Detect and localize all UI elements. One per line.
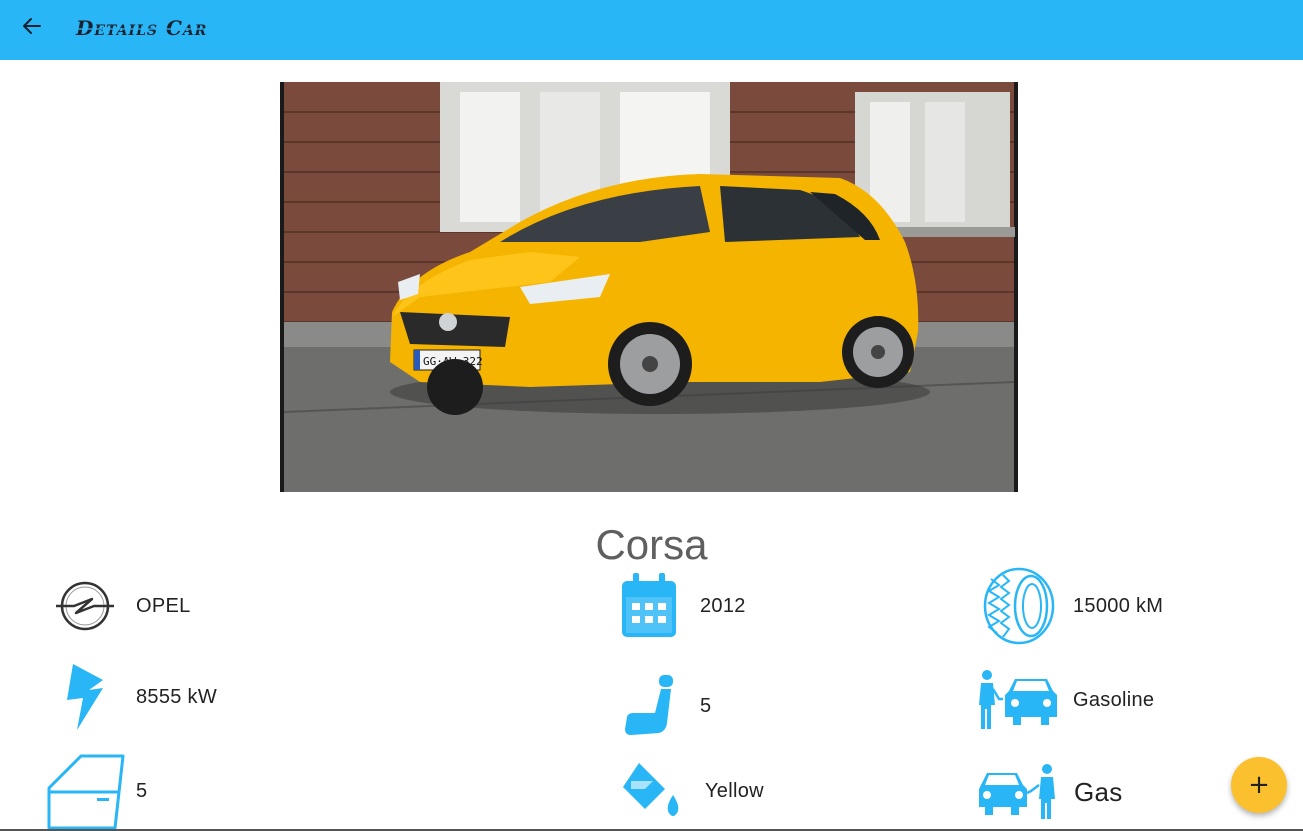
seats-attribute: 5: [618, 672, 711, 740]
brand-attribute: OPEL: [50, 578, 191, 634]
paint-bucket-icon: [618, 760, 684, 822]
opel-logo-icon: [50, 578, 120, 634]
app-bar: Details Car: [0, 0, 1303, 60]
add-button[interactable]: +: [1231, 757, 1287, 813]
mileage-attribute: 15000 kM: [978, 566, 1163, 646]
page-title: Details Car: [76, 16, 208, 40]
fuel-attribute: Gasoline: [976, 668, 1154, 732]
color-value: Yellow: [705, 779, 764, 802]
fuel-type-value: Gas: [1074, 776, 1123, 807]
car-door-icon: [44, 752, 126, 830]
color-attribute: Yellow: [618, 760, 764, 822]
fuel-type-attribute: Gas: [976, 762, 1123, 822]
car-name: Corsa: [595, 521, 708, 568]
doors-value: 5: [136, 779, 148, 802]
mileage-value: 15000 kM: [1073, 594, 1164, 617]
back-button[interactable]: [14, 10, 50, 46]
fuel-value: Gasoline: [1073, 688, 1155, 711]
power-attribute: 8555 kW: [50, 664, 217, 730]
year-attribute: 2012: [618, 572, 746, 640]
lightning-icon: [50, 664, 120, 730]
calendar-icon: [618, 572, 680, 640]
power-value: 8555 kW: [136, 685, 218, 708]
seats-value: 5: [700, 694, 712, 717]
car-seat-icon: [618, 672, 680, 740]
tire-icon: [978, 566, 1056, 646]
plus-icon: +: [1248, 770, 1270, 800]
car-photo: GG·AW 322: [280, 82, 1018, 492]
doors-attribute: 5: [44, 752, 147, 830]
fuel-station-car-icon: [976, 668, 1058, 732]
arrow-left-icon: [22, 17, 42, 40]
car-refuel-icon: [976, 762, 1058, 822]
year-value: 2012: [700, 594, 746, 617]
brand-value: OPEL: [136, 594, 191, 617]
